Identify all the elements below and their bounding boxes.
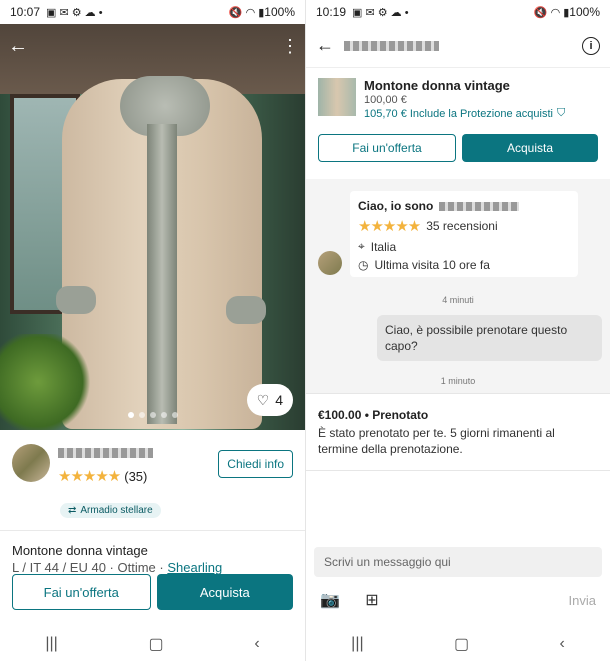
seller-name-blurred[interactable] — [58, 448, 153, 458]
system-navbar: ||| ▢ ‹ — [0, 627, 305, 661]
ask-info-button[interactable]: Chiedi info — [218, 450, 293, 478]
avatar[interactable] — [318, 251, 342, 275]
back-icon[interactable]: ← — [8, 34, 32, 58]
message-timestamp: 4 minuti — [442, 295, 474, 305]
product-info: Montone donna vintage 100,00 € 105,70 € … — [364, 78, 565, 120]
avatar[interactable] — [12, 444, 50, 482]
recents-icon[interactable]: ||| — [45, 635, 57, 653]
seller-info: ★★★★★ (35) — [58, 444, 210, 485]
seller-rating[interactable]: ★★★★★ (35) — [58, 467, 210, 485]
pagination-dot[interactable] — [138, 412, 145, 418]
shield-check-icon: ⛉ — [556, 107, 566, 119]
status-time: 10:07 — [10, 5, 41, 19]
seller-card[interactable]: Ciao, io sono ★★★★★ 35 recensioni ⌖ Ital… — [350, 191, 578, 277]
item-details-text: L / IT 44 / EU 40 · Ottime · — [12, 560, 164, 575]
star-icon: ★★★★★ — [358, 218, 421, 235]
status-bar: 10:07 ▣ ✉ ⚙ ☁ • 🔇 ◠ ▮ 100% — [0, 0, 305, 24]
more-icon[interactable]: ⋮ — [281, 34, 299, 58]
info-icon[interactable]: i — [582, 36, 600, 55]
status-badge[interactable]: ⇄ Armadio stellare — [60, 503, 161, 518]
system-navbar: ||| ▢ ‹ — [306, 627, 610, 661]
signal-icons: 🔇 ◠ ▮ — [228, 6, 265, 19]
last-seen-text: Ultima visita 10 ore fa — [374, 258, 490, 272]
seller-name-blurred — [439, 201, 520, 211]
reservation-title: €100.00 • Prenotato — [318, 408, 429, 422]
heart-icon: ♡ — [256, 391, 270, 408]
location-text: Italia — [370, 239, 397, 254]
product-summary[interactable]: Montone donna vintage 100,00 € 105,70 € … — [306, 68, 610, 120]
favorite-count: 4 — [275, 392, 283, 408]
make-offer-button[interactable]: Fai un'offerta — [318, 134, 456, 162]
status-bar: 10:19 ▣ ✉ ⚙ ☁ • 🔇 ◠ ▮ 100% — [306, 0, 610, 24]
status-icons: ▣ ✉ ⚙ ☁ • — [46, 6, 103, 19]
seller-reviews: ★★★★★ 35 recensioni — [358, 217, 570, 235]
favorite-button[interactable]: ♡ 4 — [246, 384, 293, 416]
message-timestamp: 1 minuto — [440, 376, 476, 386]
message-input[interactable]: Scrivi un messaggio qui — [314, 547, 602, 577]
make-offer-button[interactable]: Fai un'offerta — [12, 574, 151, 610]
home-icon[interactable]: ▢ — [454, 634, 469, 654]
back-icon[interactable]: ← — [316, 35, 334, 56]
nav-back-icon[interactable]: ‹ — [254, 635, 259, 653]
buy-button[interactable]: Acquista — [156, 574, 293, 610]
pagination-dot[interactable] — [127, 412, 134, 418]
nav-back-icon[interactable]: ‹ — [559, 635, 564, 653]
reviews-count: 35 recensioni — [426, 219, 498, 233]
listing-actions: Fai un'offerta Acquista — [12, 574, 293, 610]
location-icon: ⌖ — [358, 239, 365, 253]
rating-count: (35) — [124, 468, 148, 484]
pagination-dot[interactable] — [171, 412, 178, 418]
seller-section: ★★★★★ (35) Chiedi info — [0, 430, 305, 506]
wardrobe-icon: ⇄ — [68, 505, 77, 516]
item-details: L / IT 44 / EU 40 · Ottime · Shearling — [12, 560, 293, 575]
chat-screen: 10:19 ▣ ✉ ⚙ ☁ • 🔇 ◠ ▮ 100% ← i Montone d… — [305, 0, 610, 661]
seller-location: ⌖ Italia — [358, 239, 570, 254]
composer-tools: 📷 ⊞ Invia — [320, 590, 596, 610]
product-price: 100,00 € — [364, 94, 407, 106]
item-summary: Montone donna vintage L / IT 44 / EU 40 … — [0, 531, 305, 575]
message-placeholder: Scrivi un messaggio qui — [324, 555, 451, 569]
badge-label: Armadio stellare — [80, 505, 153, 516]
battery-level: 100% — [569, 5, 600, 19]
recents-icon[interactable]: ||| — [351, 635, 363, 653]
star-icon: ★★★★★ — [58, 468, 121, 485]
signal-icons: 🔇 ◠ ▮ — [533, 6, 570, 19]
product-protection: 105,70 € Include la Protezione acquisti … — [364, 107, 565, 120]
battery-level: 100% — [264, 5, 295, 19]
listing-screen: 10:07 ▣ ✉ ⚙ ☁ • 🔇 ◠ ▮ 100% ← ⋮ ♡ 4 ★★★★★… — [0, 0, 305, 661]
chat-thread: Ciao, io sono ★★★★★ 35 recensioni ⌖ Ital… — [306, 179, 610, 393]
pagination-dot[interactable] — [149, 412, 156, 418]
coat-cuff-left — [56, 286, 96, 314]
product-title: Montone donna vintage — [364, 78, 510, 93]
product-thumbnail[interactable] — [318, 78, 356, 116]
buy-button[interactable]: Acquista — [462, 134, 598, 162]
coat-trim — [147, 124, 177, 424]
pagination-dot[interactable] — [160, 412, 167, 418]
message-bubble: Ciao, è possibile prenotare questo capo? — [377, 315, 602, 362]
badge-row: ⇄ Armadio stellare — [0, 500, 305, 524]
status-time: 10:19 — [316, 5, 347, 19]
status-icons: ▣ ✉ ⚙ ☁ • — [352, 6, 409, 19]
home-icon[interactable]: ▢ — [149, 634, 164, 654]
item-photo[interactable]: ← ⋮ ♡ 4 — [0, 24, 305, 430]
item-title: Montone donna vintage — [12, 543, 148, 558]
clock-icon: ◷ — [358, 258, 369, 272]
chat-actions: Fai un'offerta Acquista — [306, 120, 610, 162]
chat-user-name-blurred — [344, 40, 439, 51]
material-link[interactable]: Shearling — [167, 560, 222, 575]
chat-header: ← i — [306, 24, 610, 68]
reservation-notice: €100.00 • Prenotato È stato prenotato pe… — [306, 393, 610, 471]
seller-greeting: Ciao, io sono — [358, 199, 570, 213]
coat-cuff-right — [226, 296, 266, 324]
send-button[interactable]: Invia — [569, 593, 596, 608]
reservation-desc: È stato prenotato per te. 5 giorni riman… — [318, 426, 555, 457]
seller-last-seen: ◷ Ultima visita 10 ore fa — [358, 258, 570, 272]
protection-text: 105,70 € Include la Protezione acquisti — [364, 107, 553, 120]
add-icon[interactable]: ⊞ — [362, 590, 382, 610]
camera-icon[interactable]: 📷 — [320, 590, 340, 610]
greeting-text: Ciao, io sono — [358, 199, 434, 213]
